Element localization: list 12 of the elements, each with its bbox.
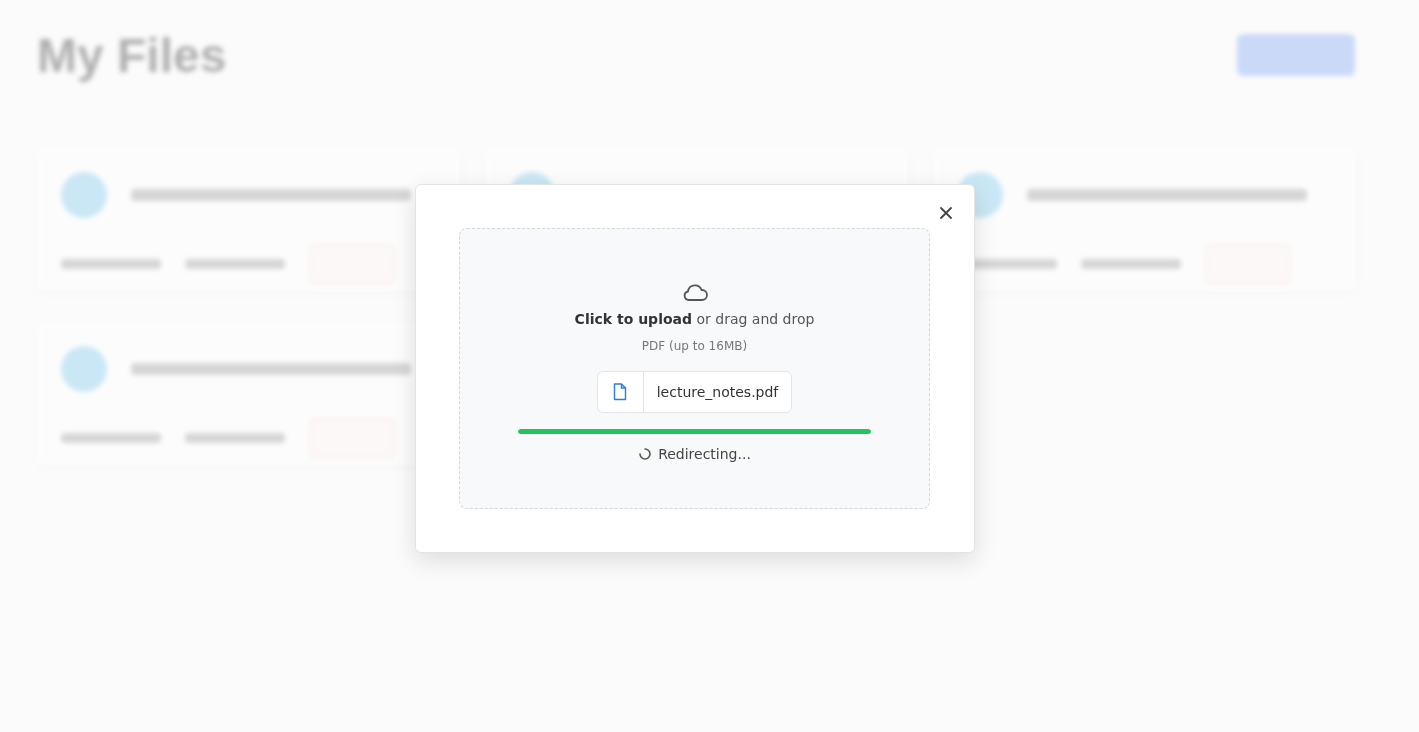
file-name: lecture_notes.pdf (655, 383, 780, 402)
document-icon (613, 383, 628, 401)
page-title: My Files (37, 27, 227, 83)
spinner-icon (638, 447, 653, 461)
drop-zone[interactable]: Click to upload or drag and drop PDF (up to 16MB) lecture_notes.pdf Redirecting... (459, 228, 930, 509)
file-type-hint: PDF (up to 16MB) (641, 339, 748, 353)
avatar-circle (61, 346, 107, 392)
close-icon (939, 206, 953, 220)
blurred-button[interactable] (1237, 34, 1355, 76)
avatar-circle (61, 172, 107, 218)
status-text: Redirecting... (658, 446, 751, 462)
upload-prompt: Click to upload or drag and drop (574, 311, 815, 327)
